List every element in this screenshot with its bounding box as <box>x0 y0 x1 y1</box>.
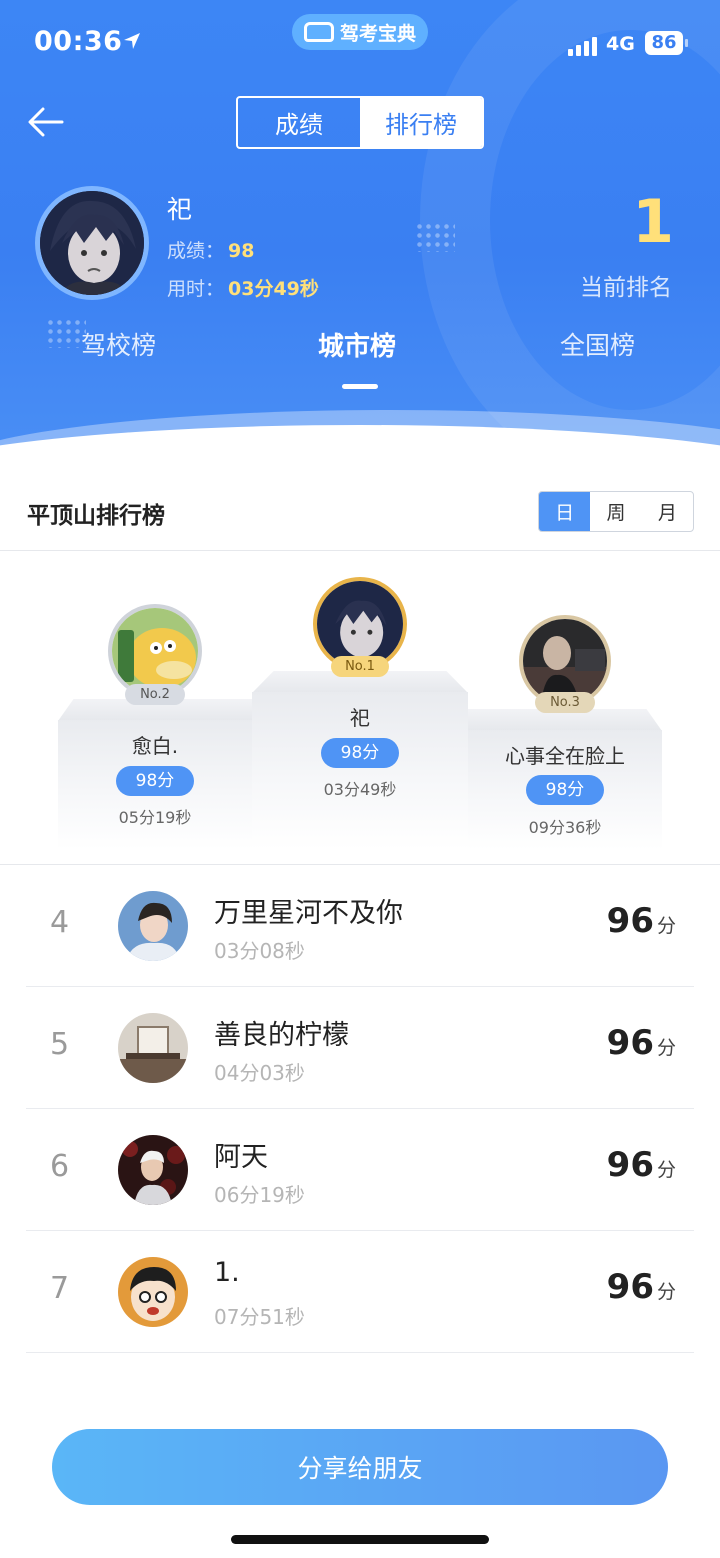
network-type: 4G <box>606 33 635 55</box>
tab-active-indicator <box>342 384 378 389</box>
period-week[interactable]: 周 <box>590 492 641 531</box>
list-score-unit: 分 <box>656 915 676 937</box>
list-score-value: 96 <box>606 1023 654 1063</box>
battery-level: 86 <box>651 32 677 53</box>
list-score-unit: 分 <box>656 1037 676 1059</box>
period-month[interactable]: 月 <box>642 492 693 531</box>
my-avatar[interactable] <box>35 186 149 300</box>
car-icon <box>303 22 334 42</box>
battery-icon: 86 <box>645 31 688 55</box>
avatar[interactable] <box>118 891 188 961</box>
list-score: 96 分 <box>607 1023 676 1063</box>
podium-time-2: 05分19秒 <box>118 808 192 827</box>
home-indicator <box>231 1535 489 1544</box>
list-score-unit: 分 <box>656 1159 676 1181</box>
period-selector: 日 周 月 <box>538 491 694 532</box>
list-rank: 7 <box>50 1271 70 1306</box>
list-name: 阿天 <box>214 1142 268 1173</box>
podium-tag-3: No.3 <box>535 692 595 713</box>
podium-score-1: 98分 <box>321 738 399 768</box>
my-time-label: 用时： <box>167 278 225 300</box>
list-name: 善良的柠檬 <box>214 1020 349 1051</box>
list-item[interactable]: 4 万里星河不及你 03分08秒 96 分 <box>26 865 694 987</box>
decor-dots <box>415 222 455 252</box>
brand-badge: 驾考宝典 <box>292 14 428 50</box>
list-score: 96 分 <box>607 901 676 941</box>
list-score-value: 96 <box>606 1145 654 1185</box>
list-item[interactable]: 6 阿天 06分19秒 96 分 <box>26 1109 694 1231</box>
back-arrow-icon[interactable] <box>26 104 66 140</box>
list-name: 1. <box>214 1257 240 1288</box>
period-day[interactable]: 日 <box>539 492 591 531</box>
list-name: 万里星河不及你 <box>214 898 403 929</box>
board-title: 平顶山排行榜 <box>27 503 165 529</box>
my-score-label: 成绩： <box>167 240 225 262</box>
list-time: 03分08秒 <box>214 939 305 963</box>
avatar[interactable] <box>118 1013 188 1083</box>
segment-score[interactable]: 成绩 <box>238 98 360 147</box>
tab-city[interactable]: 城市榜 <box>318 326 396 363</box>
brand-name: 驾考宝典 <box>339 22 416 45</box>
list-item[interactable]: 5 善良的柠檬 04分03秒 96 分 <box>26 987 694 1109</box>
divider <box>0 550 720 551</box>
list-time: 07分51秒 <box>214 1305 305 1329</box>
location-arrow-icon <box>124 33 140 49</box>
podium-score-3: 98分 <box>526 775 604 805</box>
tab-national[interactable]: 全国榜 <box>560 326 635 362</box>
avatar[interactable] <box>118 1135 188 1205</box>
my-score-line: 成绩： 98 <box>167 236 254 263</box>
podium-name-1: 祀 <box>350 706 370 730</box>
list-score-unit: 分 <box>656 1281 676 1303</box>
list-item[interactable]: 7 1. 07分51秒 96 分 <box>26 1231 694 1353</box>
status-time: 00:36 <box>34 26 123 57</box>
segment-leaderboard[interactable]: 排行榜 <box>360 98 482 147</box>
list-rank: 5 <box>50 1027 70 1062</box>
podium-time-1: 03分49秒 <box>323 780 397 799</box>
list-rank: 4 <box>50 905 70 940</box>
my-time-line: 用时： 03分49秒 <box>167 274 319 301</box>
my-time: 03分49秒 <box>228 278 319 300</box>
view-segmented-control: 成绩 排行榜 <box>236 96 484 149</box>
podium-tag-1: No.1 <box>331 656 389 677</box>
podium-time-3: 09分36秒 <box>528 818 602 837</box>
list-score-value: 96 <box>606 901 654 941</box>
podium-name-2: 愈白. <box>131 734 179 758</box>
ranking-tabs: 驾校榜 城市榜 全国榜 <box>0 326 720 396</box>
share-button[interactable]: 分享给朋友 <box>52 1429 668 1505</box>
tab-school[interactable]: 驾校榜 <box>81 326 156 362</box>
current-rank-label: 当前排名 <box>580 275 672 301</box>
list-score: 96 分 <box>607 1145 676 1185</box>
list-score-value: 96 <box>606 1267 654 1307</box>
list-score: 96 分 <box>607 1267 676 1307</box>
current-rank: 1 <box>632 187 674 257</box>
my-score: 98 <box>228 240 255 262</box>
podium-name-3: 心事全在脸上 <box>505 744 625 768</box>
list-time: 06分19秒 <box>214 1183 305 1207</box>
list-time: 04分03秒 <box>214 1061 305 1085</box>
my-name: 祀 <box>167 195 193 224</box>
podium-score-2: 98分 <box>116 766 194 796</box>
podium-tag-2: No.2 <box>125 684 185 705</box>
signal-icon <box>568 36 597 56</box>
avatar[interactable] <box>118 1257 188 1327</box>
list-rank: 6 <box>50 1149 70 1184</box>
